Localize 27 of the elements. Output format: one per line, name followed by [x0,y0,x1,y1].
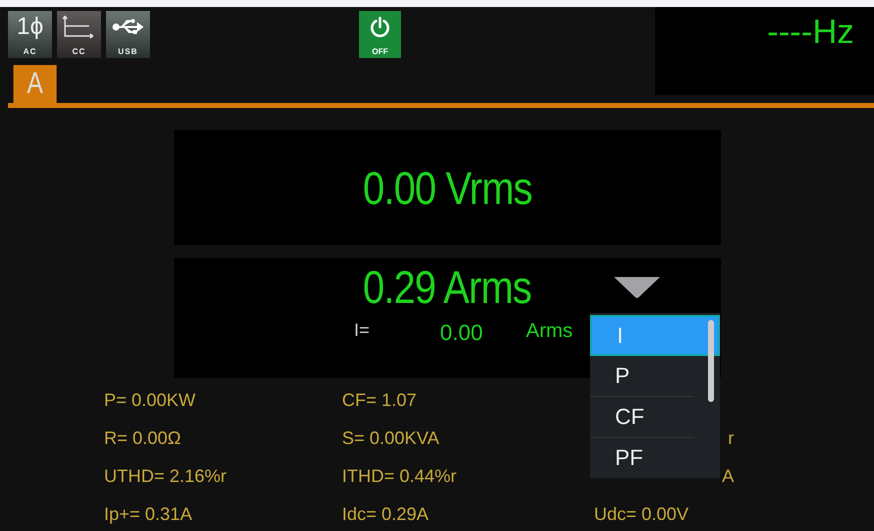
output-power-button[interactable]: OFF [359,11,401,58]
voltage-reading: 0.00 Vrms [362,160,532,214]
parameter-reading: ITHD= 0.44%r [342,466,457,486]
sub-value: 0.00 [440,320,484,346]
current-reading: 0.29 Arms [363,260,532,314]
dropdown-item[interactable]: CF [590,397,694,438]
parameter-reading: UTHD= 2.16%r [104,466,227,486]
sub-label: I= [354,320,371,342]
parameter-reading: Udc= 0.00V [594,504,689,524]
parameter-reading: Idc= 0.29A [342,504,429,524]
sub-unit: Arms [526,320,573,344]
status-icon[interactable]: 1ϕ AC [8,11,52,58]
dropdown-item[interactable]: PF [590,438,694,478]
parameter-reading: R= 0.00Ω [104,428,182,448]
scrollbar-thumb[interactable] [708,320,714,402]
status-icon[interactable]: CC [57,11,101,58]
parameter-reading: A [722,466,734,486]
parameter-reading: P= 0.00KW [104,390,196,410]
power-icon [369,16,391,38]
dropdown-caret-icon[interactable] [612,275,662,299]
parameter-reading: r [728,428,734,448]
parameter-reading: S= 0.00KVA [342,428,440,448]
status-icon[interactable]: USB [106,11,150,58]
parameter-reading: CF= 1.07 [342,390,417,410]
parameter-reading: Ip+= 0.31A [104,504,192,524]
dropdown-item[interactable]: P [590,356,694,397]
frequency-display: ----Hz [655,7,874,95]
